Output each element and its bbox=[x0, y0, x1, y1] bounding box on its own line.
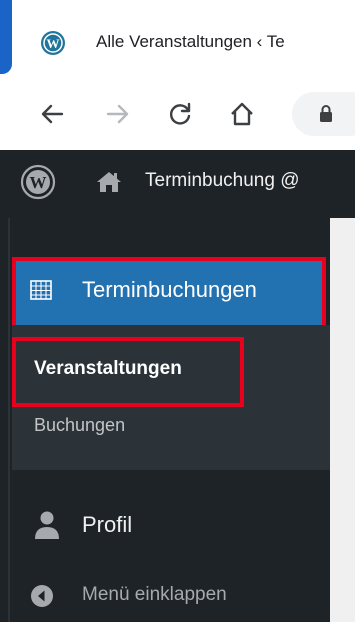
collapse-menu-button[interactable]: Menü einklappen bbox=[82, 584, 227, 606]
site-name-link[interactable]: Terminbuchung @ bbox=[145, 170, 299, 192]
home-icon[interactable] bbox=[96, 170, 122, 194]
back-arrow-icon[interactable] bbox=[38, 100, 66, 128]
collapse-menu-icon[interactable] bbox=[30, 584, 54, 608]
window-accent bbox=[0, 0, 12, 74]
calendar-grid-icon bbox=[30, 280, 52, 300]
tab-title: Alle Veranstaltungen ‹ Te bbox=[96, 32, 285, 51]
menu-item-label[interactable]: Terminbuchungen bbox=[82, 277, 257, 303]
reload-icon[interactable] bbox=[166, 100, 194, 128]
content-area bbox=[330, 218, 355, 622]
svg-text:W: W bbox=[47, 36, 60, 51]
wordpress-icon: W bbox=[41, 31, 65, 55]
wordpress-logo-icon[interactable]: W bbox=[20, 164, 56, 200]
submenu-item-veranstaltungen[interactable]: Veranstaltungen bbox=[34, 358, 182, 380]
svg-text:W: W bbox=[30, 173, 47, 192]
user-icon bbox=[35, 511, 59, 539]
lock-icon bbox=[320, 105, 332, 122]
menu-item-profil[interactable]: Profil bbox=[82, 512, 132, 538]
submenu bbox=[12, 325, 330, 470]
forward-arrow-icon[interactable] bbox=[104, 100, 132, 128]
browser-chrome: W Alle Veranstaltungen ‹ Te bbox=[0, 0, 355, 150]
sidebar-edge bbox=[8, 218, 10, 622]
home-icon[interactable] bbox=[228, 100, 256, 128]
submenu-item-buchungen[interactable]: Buchungen bbox=[34, 415, 125, 436]
